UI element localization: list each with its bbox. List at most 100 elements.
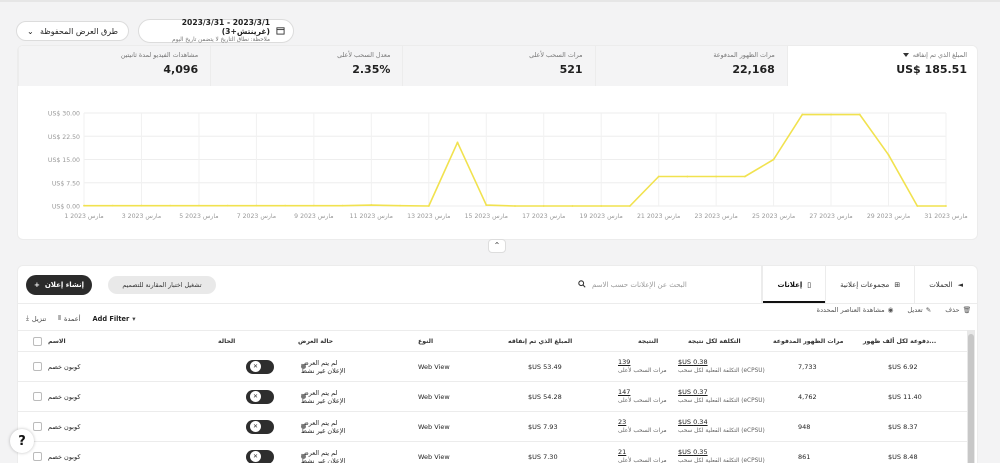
metric-video-views[interactable]: مشاهدات الفيديو لمدة ثانيتين 4,096 [18, 46, 211, 86]
metric-spend[interactable]: المبلغ الذي تم إنفاقه US$ 185.51 [786, 46, 977, 86]
add-filter-button[interactable]: Add Filter ▾ [93, 315, 136, 323]
table-row[interactable]: كوبون خصم لم يتم العرضالإعلان غير نشط Web … [18, 352, 968, 382]
data-point [772, 158, 775, 161]
row-checkbox[interactable] [33, 452, 42, 461]
header-name[interactable]: الاسم [48, 331, 103, 351]
create-ad-button[interactable]: إنشاء إعلان + [26, 275, 92, 295]
row-toggle[interactable] [246, 389, 274, 404]
y-tick-label: US$ 7.50 [52, 180, 80, 187]
x-tick-label: 29 مارس 2023 [867, 213, 910, 220]
saved-views-dropdown[interactable]: ⌄ طرق العرض المحفوظة [16, 21, 129, 41]
data-point [542, 205, 545, 207]
header-result[interactable]: النتيجة [638, 331, 683, 351]
row-display-status: لم يتم العرض الإعلان غير نشط [301, 382, 359, 411]
row-cost-per-result: 0.37 US$ (eCPSU) التكلفة الفعلية لكل سحب [678, 382, 785, 411]
row-name[interactable]: كوبون خصم [48, 382, 103, 411]
ads-table-panel: إنشاء إعلان + تشغيل اختبار المقارنة للتص… [17, 265, 978, 463]
header-ecpm[interactable]: ...دفوعة لكل ألف ظهور [863, 331, 945, 351]
row-display-status: لم يتم العرض الإعلان غير نشط [301, 412, 359, 441]
data-point [399, 204, 401, 207]
data-point [284, 204, 287, 207]
tab-ads[interactable]: ▯ إعلانات [762, 266, 825, 303]
data-point [255, 204, 258, 207]
tab-ad-groups[interactable]: ⊞ مجموعات إعلانية [825, 266, 914, 303]
row-name[interactable]: كوبون خصم [48, 352, 103, 381]
row-spend: 7.93 US$ [528, 422, 558, 431]
header-type[interactable]: النوع [418, 331, 458, 351]
phone-icon: ▯ [807, 280, 812, 289]
row-result-value[interactable]: 147 [618, 388, 630, 397]
search-icon [578, 280, 586, 290]
data-point [916, 205, 919, 207]
table-row[interactable]: كوبون خصم لم يتم العرضالإعلان غير نشط Web … [18, 442, 968, 463]
x-tick-label: 25 مارس 2023 [752, 213, 795, 220]
row-toggle[interactable] [246, 449, 274, 463]
chevron-down-icon: ⌄ [27, 26, 34, 36]
data-point [830, 113, 832, 116]
header-display-status[interactable]: حالة العرض [298, 331, 378, 351]
megaphone-icon: ◄ [957, 280, 963, 289]
select-all-checkbox[interactable] [33, 336, 42, 346]
pencil-icon: ✎ [925, 306, 932, 314]
delete-label: حذف [945, 306, 960, 314]
row-cpr-sub: (eCPSU) التكلفة الفعلية لكل سحب [678, 457, 765, 463]
table-row[interactable]: كوبون خصم لم يتم العرضالإعلان غير نشط Web … [18, 382, 968, 412]
metric-swipe-ups[interactable]: مرات السحب لأعلى 521 [402, 46, 595, 86]
metric-swipe-ups-label: مرات السحب لأعلى [529, 51, 583, 59]
row-checkbox[interactable] [33, 392, 42, 401]
view-selected-button[interactable]: ◉ مشاهدة العناصر المحددة [817, 306, 894, 314]
row-impressions: 4,762 [798, 392, 817, 401]
table-row[interactable]: كوبون خصم لم يتم العرضالإعلان غير نشط Web … [18, 412, 968, 442]
tab-campaigns[interactable]: ◄ الحملات [914, 266, 977, 303]
ad-search[interactable]: البحث عن الإعلانات حسب الاسم [578, 276, 753, 294]
help-button[interactable]: ? [10, 429, 34, 453]
date-range-picker[interactable]: 2023/3/1 - 2023/3/31 (غرينتش+3) ملاحظة: … [138, 18, 294, 43]
row-cpr-value[interactable]: 0.37 US$ [678, 388, 708, 397]
row-ecpm: 11.40 US$ [888, 392, 922, 401]
row-cpr-value[interactable]: 0.38 US$ [678, 358, 708, 367]
header-impressions[interactable]: مرات الظهور المدفوعة [773, 331, 855, 351]
row-toggle[interactable] [246, 419, 274, 434]
header-cost-per-result[interactable]: التكلفة لكل نتيجة [688, 331, 768, 351]
row-result-value[interactable]: 139 [618, 358, 630, 367]
delete-button[interactable]: 🗑 حذف [945, 306, 971, 314]
header-state[interactable]: الحالة [218, 331, 290, 351]
add-filter-label: Add Filter [92, 314, 130, 323]
row-cpr-value[interactable]: 0.34 US$ [678, 418, 708, 427]
creative-test-button[interactable]: تشغيل اختبار المقارنة للتصميم [108, 276, 216, 294]
row-status-sub: الإعلان غير نشط [301, 426, 346, 435]
row-name[interactable]: كوبون خصم [48, 442, 103, 463]
row-result-sub: مرات السحب لأعلى [618, 427, 667, 434]
row-toggle[interactable] [246, 359, 274, 374]
tab-ads-label: إعلانات [777, 280, 803, 289]
row-cpr-value[interactable]: 0.35 US$ [678, 448, 708, 457]
download-button[interactable]: ⤓ تنزيل [26, 314, 46, 323]
row-result-sub: مرات السحب لأعلى [618, 397, 667, 404]
data-point [801, 113, 804, 116]
metric-video-views-value: 4,096 [163, 63, 199, 76]
row-checkbox[interactable] [33, 362, 42, 371]
row-result-value[interactable]: 21 [618, 448, 626, 457]
edit-button[interactable]: ✎ تعديل [907, 306, 931, 314]
metric-impressions[interactable]: مرات الظهور المدفوعة 22,168 [594, 46, 787, 86]
metric-video-views-label: مشاهدات الفيديو لمدة ثانيتين [120, 51, 199, 59]
data-point [169, 204, 172, 207]
metric-swipe-rate[interactable]: معدل السحب لأعلى 2.35% [210, 46, 403, 86]
columns-button[interactable]: ⫴ أعمدة [58, 314, 80, 323]
data-point [657, 175, 660, 178]
x-tick-label: 13 مارس 2023 [407, 213, 450, 220]
header-spend[interactable]: المبلغ الذي تم إنفاقه [508, 331, 590, 351]
row-result-value[interactable]: 23 [618, 418, 626, 427]
row-name[interactable]: كوبون خصم [48, 412, 103, 441]
x-tick-label: 7 مارس 2023 [237, 213, 276, 220]
metric-swipe-ups-value: 521 [559, 63, 583, 76]
chevron-up-icon[interactable]: ⌃ [488, 239, 506, 253]
row-ecpm: 8.37 US$ [888, 422, 918, 431]
data-point [341, 204, 344, 207]
data-point [743, 175, 746, 178]
row-type: Web View [418, 392, 450, 401]
row-checkbox[interactable] [33, 422, 42, 431]
x-tick-label: 11 مارس 2023 [350, 213, 393, 220]
status-dot-icon [301, 454, 306, 459]
table-scrollbar-thumb[interactable] [968, 334, 974, 463]
